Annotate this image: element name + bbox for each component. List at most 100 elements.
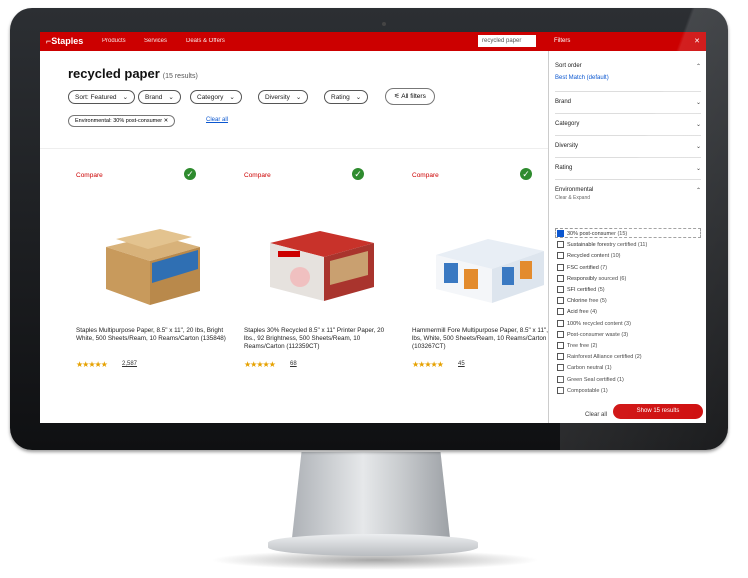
category-section[interactable]: Category ⌄ xyxy=(555,121,701,128)
chevron-up-icon: ⌃ xyxy=(695,188,701,194)
product-image[interactable] xyxy=(264,217,376,309)
checkbox[interactable] xyxy=(557,241,564,249)
page-title: recycled paper (15 results) xyxy=(68,66,198,81)
chip-sort[interactable]: Sort: Featured ⌄ xyxy=(68,90,136,104)
panel-clear-all[interactable]: Clear all xyxy=(585,412,607,418)
check-icon: ✓ xyxy=(184,168,196,180)
product-card[interactable]: Compare ✓ Staples 30% Recycled 8.5" x 11… xyxy=(236,162,396,417)
chip-brand[interactable]: Brand ⌄ xyxy=(138,90,181,104)
option-label: Chlorine free (5) xyxy=(567,298,607,305)
compare-label[interactable]: Compare xyxy=(244,172,271,179)
clear-all-link[interactable]: Clear all xyxy=(206,117,228,123)
product-card[interactable]: Compare ✓ Staples Multipurpose Paper, 8.… xyxy=(68,162,228,417)
checkbox[interactable] xyxy=(557,386,564,394)
show-results-button[interactable]: Show 15 results xyxy=(613,404,703,419)
product-image[interactable] xyxy=(432,217,544,309)
option-label: Rainforest Alliance certified (2) xyxy=(567,354,642,361)
environmental-option[interactable]: Sustainable forestry certified (11) xyxy=(557,241,648,249)
chevron-down-icon: ⌄ xyxy=(695,100,701,106)
close-icon[interactable]: ✕ xyxy=(164,118,169,124)
option-label: Sustainable forestry certified (11) xyxy=(567,242,648,249)
option-label: SFI certified (5) xyxy=(567,286,605,293)
review-count[interactable]: 2,587 xyxy=(122,361,137,367)
applied-filter-tag[interactable]: Environmental: 30% post-consumer ✕ xyxy=(68,115,176,127)
checkbox[interactable] xyxy=(557,330,564,338)
option-label: Recycled content (10) xyxy=(567,253,621,260)
option-label: Tree free (2) xyxy=(567,342,598,349)
environmental-sub: Clear & Expand xyxy=(555,195,591,201)
option-label: Acid free (4) xyxy=(567,309,597,316)
checkbox[interactable] xyxy=(557,286,564,293)
environmental-section[interactable]: Environmental ⌃ xyxy=(555,187,701,194)
sort-order-section[interactable]: Sort order ⌃ xyxy=(555,63,701,70)
nav-products[interactable]: Products xyxy=(102,38,126,44)
checkbox[interactable] xyxy=(557,274,564,282)
product-name[interactable]: Staples 30% Recycled 8.5" x 11" Printer … xyxy=(244,327,394,351)
environmental-option[interactable]: Compostable (1) xyxy=(557,386,608,394)
environmental-option[interactable]: SFI certified (5) xyxy=(557,286,605,293)
all-filters-button[interactable]: ⚟ All filters xyxy=(385,88,435,105)
environmental-option[interactable]: Tree free (2) xyxy=(557,342,597,349)
checkbox[interactable] xyxy=(557,364,564,372)
option-label: 100% recycled content (3) xyxy=(567,320,631,327)
search-input[interactable]: recycled paper xyxy=(478,35,536,47)
divider xyxy=(40,148,548,149)
environmental-option[interactable]: Rainforest Alliance certified (2) xyxy=(557,353,642,361)
option-label: 30% post-consumer (15) xyxy=(567,230,628,237)
check-icon: ✓ xyxy=(352,168,364,180)
star-rating: ★★★★★ xyxy=(412,360,444,369)
environmental-option[interactable]: FSC certified (7) xyxy=(557,263,607,271)
product-card[interactable]: Compare ✓ Hammermill Fore Multipurpose P… xyxy=(404,162,564,417)
environmental-option[interactable]: Responsibly sourced (6) xyxy=(557,274,626,282)
chevron-down-icon: ⌄ xyxy=(355,94,362,101)
product-image[interactable] xyxy=(96,217,208,309)
environmental-option[interactable]: 30% post-consumer (15) xyxy=(557,230,627,237)
chevron-down-icon: ⌄ xyxy=(695,122,701,128)
product-name[interactable]: Hammermill Fore Multipurpose Paper, 8.5"… xyxy=(412,327,562,351)
option-label: Post-consumer waste (3) xyxy=(567,331,629,338)
divider xyxy=(555,113,701,114)
staples-logo[interactable]: ⌐Staples xyxy=(46,36,83,46)
checkbox[interactable] xyxy=(557,319,564,327)
option-label: Carbon neutral (1) xyxy=(567,365,612,372)
checkbox[interactable] xyxy=(557,353,564,361)
checkbox[interactable] xyxy=(557,342,564,349)
checkbox[interactable] xyxy=(557,252,564,260)
filters-header: Filters ✕ xyxy=(548,32,706,51)
review-count[interactable]: 45 xyxy=(458,361,465,367)
brand-section[interactable]: Brand ⌄ xyxy=(555,99,701,106)
close-icon[interactable]: ✕ xyxy=(694,37,700,45)
checkbox[interactable] xyxy=(557,308,564,316)
compare-label[interactable]: Compare xyxy=(76,172,103,179)
environmental-option[interactable]: Post-consumer waste (3) xyxy=(557,330,629,338)
star-rating: ★★★★★ xyxy=(244,360,276,369)
nav-services[interactable]: Services xyxy=(144,38,167,44)
rating-section[interactable]: Rating ⌄ xyxy=(555,165,701,172)
monitor-base xyxy=(268,534,478,556)
option-label: Compostable (1) xyxy=(567,387,608,394)
checkbox-checked[interactable] xyxy=(557,230,564,237)
environmental-option[interactable]: Green Seal certified (1) xyxy=(557,375,624,383)
environmental-option[interactable]: 100% recycled content (3) xyxy=(557,319,631,327)
checkbox[interactable] xyxy=(557,375,564,383)
review-count[interactable]: 68 xyxy=(290,361,297,367)
compare-label[interactable]: Compare xyxy=(412,172,439,179)
environmental-option[interactable]: Acid free (4) xyxy=(557,308,597,316)
checkbox[interactable] xyxy=(557,297,564,305)
chevron-down-icon: ⌄ xyxy=(695,144,701,150)
chevron-down-icon: ⌄ xyxy=(122,94,129,101)
environmental-option[interactable]: Carbon neutral (1) xyxy=(557,364,612,372)
sort-order-value[interactable]: Best Match (default) xyxy=(555,75,701,81)
nav-deals[interactable]: Deals & Offers xyxy=(186,38,225,44)
chip-rating[interactable]: Rating ⌄ xyxy=(324,90,369,104)
environmental-option[interactable]: Recycled content (10) xyxy=(557,252,621,260)
chip-diversity[interactable]: Diversity ⌄ xyxy=(258,90,309,104)
chevron-up-icon: ⌃ xyxy=(695,64,701,70)
divider xyxy=(555,135,701,136)
product-name[interactable]: Staples Multipurpose Paper, 8.5" x 11", … xyxy=(76,327,226,343)
diversity-section[interactable]: Diversity ⌄ xyxy=(555,143,701,150)
chevron-down-icon: ⌄ xyxy=(695,166,701,172)
checkbox[interactable] xyxy=(557,263,564,271)
environmental-option[interactable]: Chlorine free (5) xyxy=(557,297,607,305)
chip-category[interactable]: Category ⌄ xyxy=(190,90,242,104)
